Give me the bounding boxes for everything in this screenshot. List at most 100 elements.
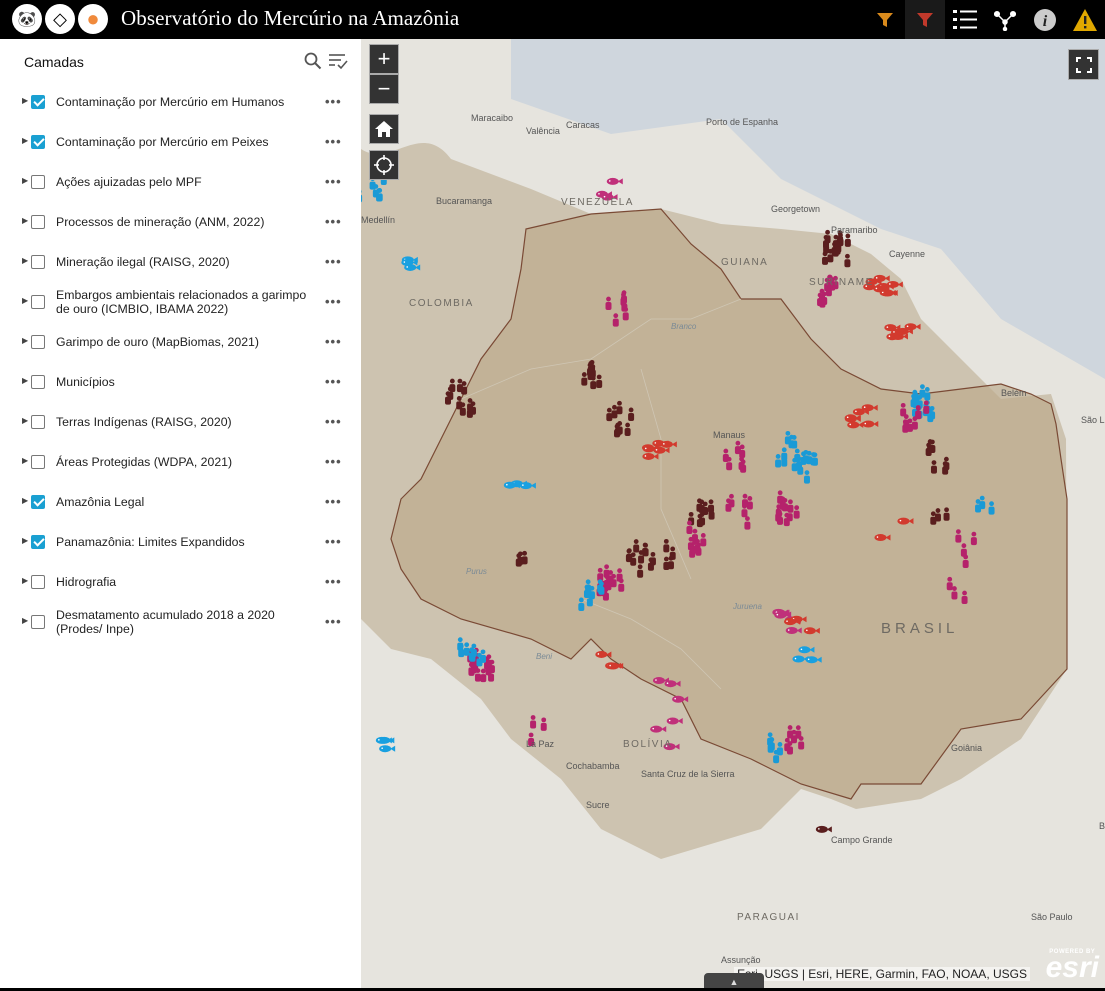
- layer-options-button[interactable]: •••: [325, 454, 342, 469]
- human-marker[interactable]: [480, 668, 487, 683]
- human-marker[interactable]: [803, 470, 810, 484]
- human-marker[interactable]: [783, 512, 790, 527]
- layer-options-button[interactable]: •••: [325, 334, 342, 349]
- home-button[interactable]: [369, 114, 399, 144]
- map-view[interactable]: BRASIL COLOMBIA VENEZUELA BOLÍVIA PARAGUAI GU…: [361, 39, 1105, 991]
- human-marker[interactable]: [470, 643, 477, 657]
- human-marker[interactable]: [910, 393, 917, 408]
- sort-filter-icon[interactable]: [327, 52, 349, 75]
- human-marker[interactable]: [696, 513, 703, 528]
- layer-options-button[interactable]: •••: [325, 94, 342, 109]
- human-marker[interactable]: [786, 741, 793, 755]
- human-marker[interactable]: [686, 520, 693, 534]
- human-marker[interactable]: [456, 396, 463, 410]
- human-marker[interactable]: [618, 578, 625, 592]
- human-marker[interactable]: [515, 553, 522, 567]
- layer-options-button[interactable]: •••: [325, 494, 342, 509]
- human-marker[interactable]: [530, 715, 537, 729]
- human-marker[interactable]: [821, 291, 828, 305]
- human-marker[interactable]: [903, 414, 910, 428]
- human-marker[interactable]: [793, 505, 800, 519]
- human-marker[interactable]: [649, 551, 656, 566]
- layer-item[interactable]: ▶ Embargos ambientais relacionados a gari…: [0, 282, 361, 322]
- share-icon[interactable]: [985, 0, 1025, 39]
- human-marker[interactable]: [637, 564, 644, 578]
- human-marker[interactable]: [694, 538, 701, 553]
- layer-options-button[interactable]: •••: [325, 374, 342, 389]
- human-marker[interactable]: [596, 374, 603, 388]
- human-marker[interactable]: [702, 501, 709, 515]
- layer-checkbox[interactable]: [31, 615, 45, 629]
- human-marker[interactable]: [625, 548, 632, 563]
- expand-arrow-icon[interactable]: ▶: [22, 256, 28, 265]
- layer-item[interactable]: ▶ Mineração ilegal (RAISG, 2020) •••: [0, 242, 361, 282]
- human-marker[interactable]: [605, 296, 612, 311]
- human-marker[interactable]: [955, 529, 962, 543]
- human-marker[interactable]: [930, 511, 937, 525]
- layer-checkbox[interactable]: [31, 175, 45, 189]
- human-marker[interactable]: [459, 402, 466, 416]
- layer-checkbox[interactable]: [31, 375, 45, 389]
- human-marker[interactable]: [463, 642, 470, 656]
- human-marker[interactable]: [372, 184, 379, 198]
- filter-orange-icon[interactable]: [865, 0, 905, 39]
- layer-checkbox[interactable]: [31, 495, 45, 509]
- human-marker[interactable]: [742, 493, 749, 508]
- human-marker[interactable]: [791, 435, 798, 449]
- layer-options-button[interactable]: •••: [325, 414, 342, 429]
- human-marker[interactable]: [581, 372, 588, 386]
- layer-item[interactable]: ▶ Amazônia Legal •••: [0, 482, 361, 522]
- human-marker[interactable]: [834, 241, 841, 255]
- human-marker[interactable]: [943, 507, 950, 521]
- human-marker[interactable]: [738, 456, 745, 470]
- layer-options-button[interactable]: •••: [325, 254, 342, 269]
- human-marker[interactable]: [603, 564, 610, 578]
- human-marker[interactable]: [700, 533, 707, 547]
- layer-item[interactable]: ▶ Municípios •••: [0, 362, 361, 402]
- human-marker[interactable]: [988, 501, 995, 515]
- human-marker[interactable]: [614, 424, 621, 438]
- layer-options-button[interactable]: •••: [325, 534, 342, 549]
- human-marker[interactable]: [620, 292, 627, 306]
- expand-arrow-icon[interactable]: ▶: [22, 536, 28, 545]
- layer-item[interactable]: ▶ Ações ajuizadas pelo MPF •••: [0, 162, 361, 202]
- human-marker[interactable]: [794, 448, 801, 463]
- human-marker[interactable]: [781, 447, 788, 461]
- expand-arrow-icon[interactable]: ▶: [22, 336, 28, 345]
- expand-arrow-icon[interactable]: ▶: [22, 216, 28, 225]
- human-marker[interactable]: [739, 444, 746, 458]
- human-marker[interactable]: [806, 450, 813, 465]
- layer-item[interactable]: ▶ Garimpo de ouro (MapBiomas, 2021) •••: [0, 322, 361, 362]
- layer-options-button[interactable]: •••: [325, 614, 342, 629]
- map-canvas[interactable]: BRASIL COLOMBIA VENEZUELA BOLÍVIA PARAGUAI GU…: [361, 39, 1105, 991]
- human-marker[interactable]: [540, 717, 547, 731]
- layer-item[interactable]: ▶ Processos de mineração (ANM, 2022) •••: [0, 202, 361, 242]
- layer-checkbox[interactable]: [31, 455, 45, 469]
- warning-icon[interactable]: [1065, 0, 1105, 39]
- human-marker[interactable]: [578, 597, 585, 611]
- human-marker[interactable]: [919, 384, 926, 398]
- human-marker[interactable]: [590, 375, 597, 390]
- human-marker[interactable]: [942, 461, 949, 475]
- layer-item[interactable]: ▶ Desmatamento acumulado 2018 a 2020 (Pro…: [0, 602, 361, 642]
- layer-checkbox[interactable]: [31, 415, 45, 429]
- human-marker[interactable]: [663, 538, 670, 553]
- human-marker[interactable]: [776, 742, 783, 756]
- human-marker[interactable]: [775, 504, 782, 518]
- expand-arrow-icon[interactable]: ▶: [22, 176, 28, 185]
- layer-options-button[interactable]: •••: [325, 214, 342, 229]
- zoom-in-button[interactable]: +: [369, 44, 399, 74]
- human-marker[interactable]: [722, 448, 729, 463]
- human-marker[interactable]: [823, 240, 830, 254]
- expand-arrow-icon[interactable]: ▶: [22, 456, 28, 465]
- human-marker[interactable]: [744, 516, 751, 530]
- human-marker[interactable]: [628, 407, 635, 421]
- layer-options-button[interactable]: •••: [325, 574, 342, 589]
- layer-checkbox[interactable]: [31, 95, 45, 109]
- layer-options-button[interactable]: •••: [325, 294, 342, 309]
- layer-checkbox[interactable]: [31, 575, 45, 589]
- layer-checkbox[interactable]: [31, 135, 45, 149]
- human-marker[interactable]: [708, 499, 715, 513]
- human-marker[interactable]: [800, 451, 807, 465]
- info-icon[interactable]: i: [1025, 0, 1065, 39]
